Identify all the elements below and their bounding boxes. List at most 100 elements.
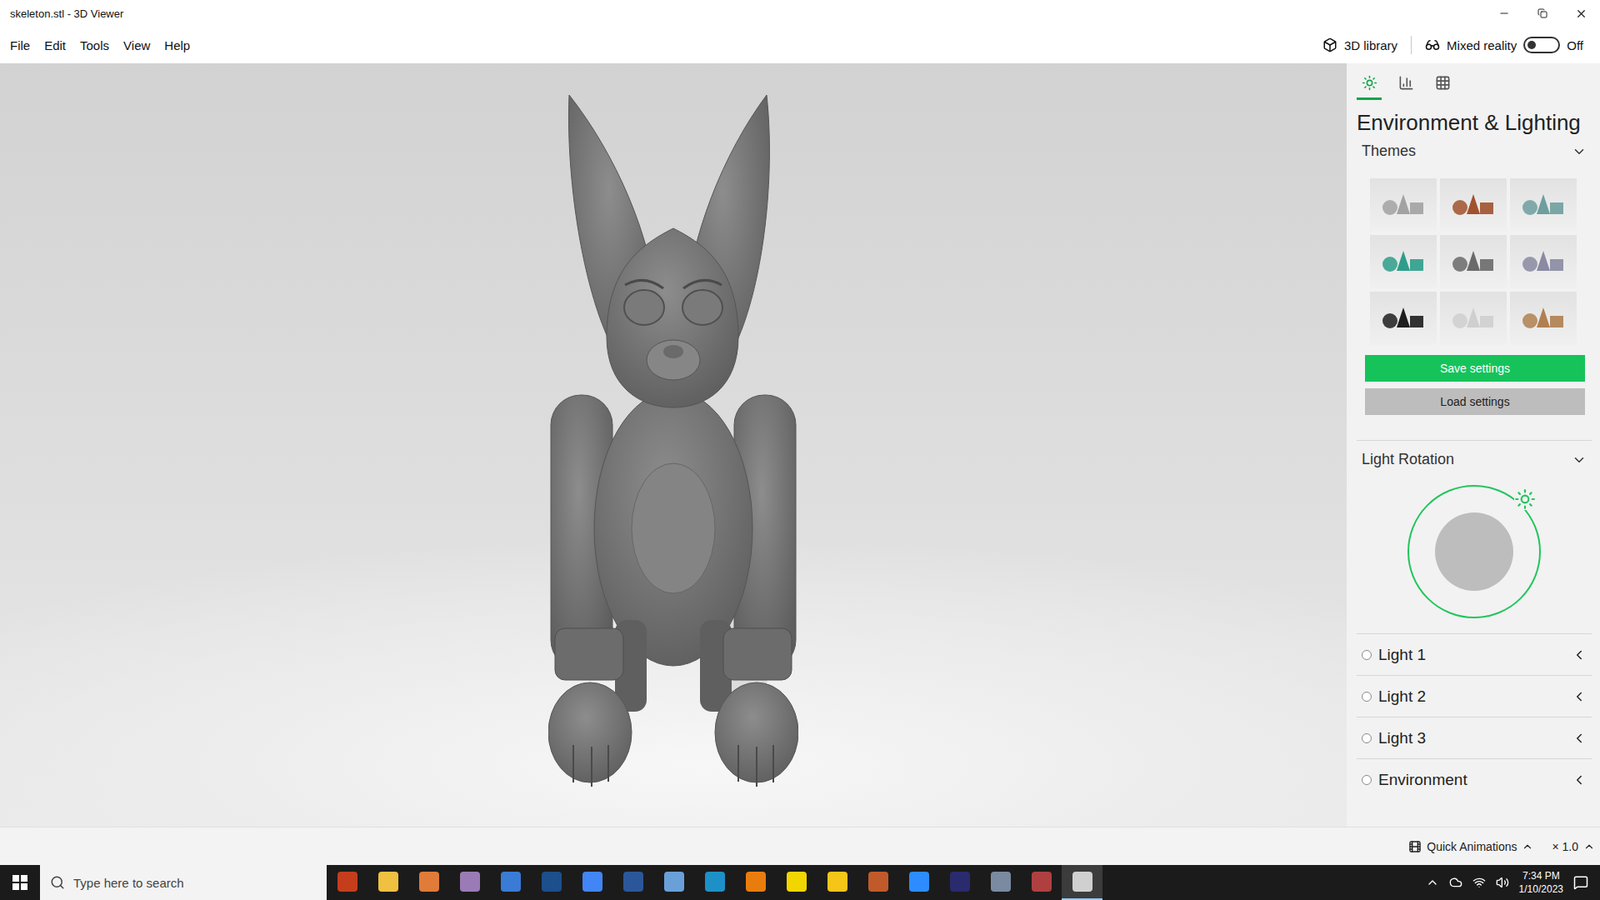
taskbar-app[interactable] (980, 865, 1021, 900)
light-row[interactable]: Light 1 (1356, 633, 1592, 675)
taskbar-app[interactable] (898, 865, 940, 900)
taskbar-app[interactable] (775, 865, 817, 900)
taskbar-app[interactable] (408, 865, 450, 900)
light-radio[interactable] (1361, 733, 1372, 744)
close-button[interactable] (1561, 0, 1600, 27)
app-icon (623, 871, 644, 892)
theme-tile[interactable] (1510, 235, 1577, 289)
theme-tile[interactable] (1510, 291, 1577, 345)
taskbar-app[interactable] (449, 865, 490, 900)
stats-icon (1398, 75, 1415, 91)
app-icon (868, 871, 889, 892)
theme-tile[interactable] (1370, 235, 1437, 289)
panel-tab[interactable] (1356, 71, 1382, 100)
menu-item[interactable]: Tools (73, 33, 117, 58)
panel-tabs (1356, 63, 1592, 100)
taskbar-app[interactable] (367, 865, 409, 900)
taskbar-app[interactable] (939, 865, 980, 900)
app-icon (827, 871, 848, 892)
clock[interactable]: 7:34 PM1/10/2023 (1519, 869, 1564, 896)
app-icon (1072, 871, 1093, 892)
quick-animations-label: Quick Animations (1426, 840, 1517, 854)
taskbar-app[interactable] (530, 865, 572, 900)
taskbar-app[interactable] (735, 865, 776, 900)
menu-item[interactable]: View (116, 33, 158, 58)
tray-chevron-icon[interactable] (1425, 875, 1440, 890)
theme-shapes-icon (1380, 192, 1427, 218)
status-bar: Quick Animations × 1.0 (0, 826, 1600, 865)
notification-icon[interactable] (1573, 875, 1589, 890)
taskbar-app[interactable] (1020, 865, 1062, 900)
mixed-reality: Mixed reality Off (1420, 33, 1589, 57)
taskbar-app[interactable] (1061, 865, 1103, 900)
grid-icon (1435, 75, 1451, 91)
minimize-button[interactable] (1485, 0, 1524, 27)
app-icon (460, 871, 480, 892)
menu-item[interactable]: Edit (37, 33, 74, 58)
taskbar-app[interactable] (694, 865, 735, 900)
wifi-icon[interactable] (1472, 875, 1486, 890)
taskbar-app[interactable] (326, 865, 368, 900)
search-placeholder: Type here to search (73, 875, 185, 890)
theme-tile[interactable] (1440, 178, 1507, 232)
theme-tile[interactable] (1440, 235, 1507, 289)
panel-tab[interactable] (1393, 71, 1419, 100)
start-button[interactable] (0, 865, 40, 900)
taskbar-app[interactable] (571, 865, 613, 900)
menu-item[interactable]: Help (157, 33, 198, 58)
light-rotation-label: Light Rotation (1361, 450, 1455, 469)
model-figure[interactable] (548, 95, 799, 795)
library-button[interactable]: 3D library (1317, 34, 1403, 56)
headset-icon (1425, 37, 1440, 53)
animation-icon (1408, 840, 1422, 854)
speed-control[interactable]: × 1.0 (1551, 840, 1595, 854)
save-button[interactable]: Save settings (1365, 355, 1585, 382)
theme-tile[interactable] (1370, 291, 1437, 345)
light-radio[interactable] (1361, 650, 1372, 660)
app-icon (582, 871, 603, 892)
taskbar-app[interactable] (857, 865, 899, 900)
cube-icon (1322, 37, 1338, 53)
theme-tile[interactable] (1510, 178, 1577, 232)
taskbar-search[interactable]: Type here to search (40, 865, 327, 900)
light-radio[interactable] (1361, 775, 1372, 785)
minimize-icon (1498, 7, 1510, 20)
system-tray: 7:34 PM1/10/2023 (1425, 869, 1600, 896)
theme-tile[interactable] (1440, 291, 1507, 345)
theme-tile[interactable] (1370, 178, 1437, 232)
panel-tab[interactable] (1430, 71, 1455, 100)
menu-item[interactable]: File (3, 33, 38, 58)
toggle-state: Off (1566, 38, 1584, 53)
theme-shapes-icon (1520, 192, 1567, 218)
light-rotation-dial[interactable] (1407, 485, 1541, 619)
light-rotation-header[interactable]: Light Rotation (1356, 447, 1592, 474)
quick-animations[interactable]: Quick Animations (1408, 840, 1534, 854)
lighting-icon (1361, 75, 1378, 91)
mixed-reality-toggle[interactable] (1523, 36, 1560, 54)
cloud-icon[interactable] (1449, 875, 1463, 890)
taskbar-app[interactable] (612, 865, 654, 900)
light-row[interactable]: Light 2 (1356, 675, 1592, 717)
light-row[interactable]: Light 3 (1356, 716, 1592, 759)
search-icon (50, 875, 65, 890)
light-row[interactable]: Environment (1356, 758, 1592, 800)
themes-header[interactable]: Themes (1356, 139, 1592, 165)
taskbar-app[interactable] (490, 865, 531, 900)
taskbar-app[interactable] (816, 865, 858, 900)
theme-shapes-icon (1450, 192, 1497, 218)
chevron-up-icon (1583, 840, 1595, 853)
chevron-left-icon (1571, 730, 1587, 746)
mixed-reality-label: Mixed reality (1446, 38, 1517, 53)
dial-handle[interactable] (1514, 488, 1536, 510)
viewport[interactable] (0, 63, 1347, 827)
load-button[interactable]: Load settings (1365, 388, 1585, 415)
restore-button[interactable] (1523, 0, 1562, 27)
windows-logo-icon (12, 875, 28, 890)
light-radio[interactable] (1361, 691, 1372, 702)
app-icon (500, 871, 521, 892)
restore-icon (1537, 8, 1548, 19)
theme-shapes-icon (1380, 305, 1427, 331)
taskbar-app[interactable] (653, 865, 695, 900)
toggle-knob (1527, 40, 1536, 50)
speaker-icon[interactable] (1495, 875, 1510, 890)
